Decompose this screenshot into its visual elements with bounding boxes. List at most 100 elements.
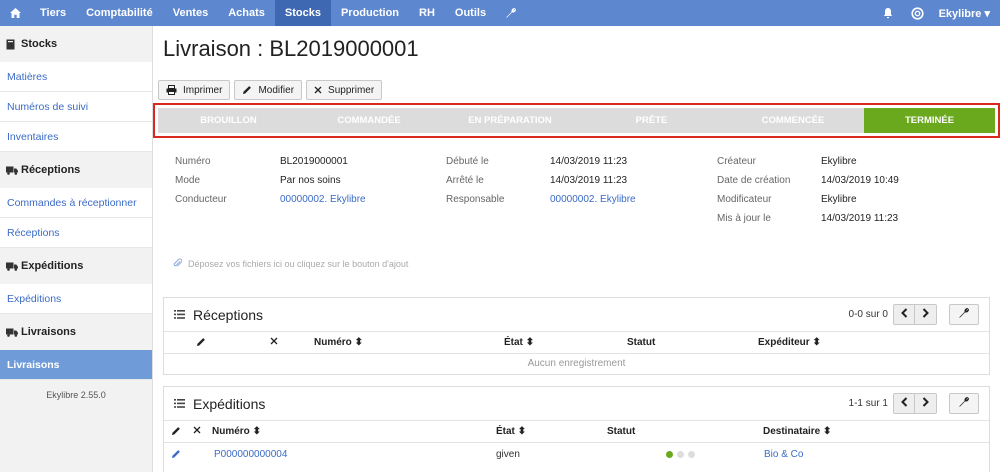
bell-icon[interactable] [873,0,903,26]
column-numero[interactable]: Numéro ⬍ [212,426,261,437]
receptions-next-button[interactable] [915,304,937,325]
step-commandee: COMMANDÉE [337,115,401,126]
sidebar-section-expeditions: Expéditions [0,248,152,284]
step-commencee: COMMENCÉE [761,115,825,126]
printer-icon [166,85,177,95]
expeditions-prev-button[interactable] [893,393,915,414]
edit-button-label: Modifier [258,84,295,96]
destinataire-link[interactable]: Bio & Co [764,449,803,460]
print-button-label: Imprimer [183,84,223,96]
sidebar-item-receptions[interactable]: Réceptions [0,218,152,248]
expeditions-pager: 1-1 sur 1 [849,393,979,414]
nav-comptabilite[interactable]: Comptabilité [76,0,163,26]
expeditions-settings-button[interactable] [949,393,979,414]
file-dropzone[interactable]: Déposez vos fichiers ici ou cliquez sur … [173,258,408,270]
value-mis-a-jour-le: 14/03/2019 11:23 [821,213,899,224]
column-destinataire[interactable]: Destinataire ⬍ [763,426,831,437]
label-debute-le: Débuté le [446,156,489,167]
label-date-de-creation: Date de création [717,175,791,186]
chevron-left-icon [900,397,908,410]
app-version: Ekylibre 2.55.0 [46,390,106,400]
label-arrete-le: Arrêté le [446,175,484,186]
step-en-preparation: EN PRÉPARATION [468,115,552,126]
value-debute-le: 14/03/2019 11:23 [550,156,628,167]
step-prete: PRÊTE [635,115,668,126]
details-col-1: Numéro BL2019000001 Mode Par nos soins Con… [175,152,366,209]
expedition-etat: given [496,449,520,460]
sort-icon: ⬍ [354,337,363,348]
expeditions-next-button[interactable] [915,393,937,414]
nav-production[interactable]: Production [331,0,409,26]
sidebar: Stocks Matières Numéros de suivi Inventa… [0,26,153,472]
sidebar-section-title: Réceptions [21,164,81,176]
sidebar-section-title: Expéditions [21,260,84,272]
details-col-3: Créateur Ekylibre Date de création 14/03/2… [717,152,899,228]
column-expediteur[interactable]: Expéditeur ⬍ [758,337,821,348]
label-modificateur: Modificateur [717,194,772,205]
receptions-settings-button[interactable] [949,304,979,325]
truck-icon [6,164,18,176]
step-brouillon: BROUILLON [200,115,257,126]
user-name: Ekylibre [938,7,982,20]
receptions-prev-button[interactable] [893,304,915,325]
top-navbar: Tiers Comptabilité Ventes Achats Stocks … [0,0,1000,26]
nav-stocks[interactable]: Stocks [274,0,331,26]
pencil-icon [196,337,206,350]
column-label: Expéditeur [758,337,810,348]
sidebar-item-numeros-de-suivi[interactable]: Numéros de suivi [0,92,152,122]
delete-button-label: Supprimer [328,84,375,96]
status-dot [677,451,684,458]
column-label: État [504,337,523,348]
wrench-icon[interactable] [496,0,526,26]
receptions-pager: 0-0 sur 0 [849,304,979,325]
sidebar-section-title: Livraisons [21,326,77,338]
close-icon [314,86,322,94]
value-responsable-link[interactable]: 00000002. Ekylibre [550,194,636,205]
expeditions-count: 1-1 sur 1 [848,398,888,409]
edit-button[interactable]: Modifier [234,80,303,100]
row-edit-icon[interactable] [171,449,181,462]
user-menu[interactable]: Ekylibre ▾ [933,7,1000,20]
home-icon[interactable] [0,0,30,26]
label-createur: Créateur [717,156,756,167]
sidebar-item-matieres[interactable]: Matières [0,62,152,92]
print-button[interactable]: Imprimer [158,80,231,100]
sidebar-item-livraisons[interactable]: Livraisons [0,350,152,380]
sidebar-item-expeditions[interactable]: Expéditions [0,284,152,314]
label-mode: Mode [175,175,201,186]
status-indicator [666,450,699,461]
chevron-right-icon [922,308,929,321]
column-etat[interactable]: État ⬍ [496,426,526,437]
expedition-number-link[interactable]: P000000000004 [214,449,287,460]
column-etat[interactable]: État ⬍ [504,337,534,348]
help-icon[interactable] [903,0,933,26]
sidebar-section-livraisons: Livraisons [0,314,152,350]
nav-tiers[interactable]: Tiers [30,0,76,26]
sort-icon: ⬍ [823,426,832,437]
nav-achats[interactable]: Achats [218,0,275,26]
sidebar-item-inventaires[interactable]: Inventaires [0,122,152,152]
column-label: Numéro [212,426,250,437]
delete-button[interactable]: Supprimer [306,80,383,100]
wrench-icon [958,307,970,322]
column-statut: Statut [607,426,636,437]
column-numero[interactable]: Numéro ⬍ [314,337,363,348]
sidebar-item-commandes-a-receptionner[interactable]: Commandes à réceptionner [0,188,152,218]
receptions-panel-title: Réceptions [193,306,264,323]
nav-outils[interactable]: Outils [445,0,496,26]
nav-ventes[interactable]: Ventes [163,0,218,26]
column-label: Destinataire [763,426,821,437]
sidebar-section-stocks: Stocks [0,26,152,62]
nav-rh[interactable]: RH [409,0,445,26]
receptions-count: 0-0 sur 0 [848,309,888,320]
truck-icon [6,260,18,272]
value-conducteur-link[interactable]: 00000002. Ekylibre [280,194,366,205]
pencil-icon [242,85,252,95]
list-icon [174,310,185,319]
value-mode: Par nos soins [280,175,341,186]
label-mis-a-jour-le: Mis à jour le [717,213,771,224]
value-arrete-le: 14/03/2019 11:23 [550,175,628,186]
chevron-right-icon [922,397,929,410]
book-icon [6,38,18,50]
truck-icon [6,326,18,338]
